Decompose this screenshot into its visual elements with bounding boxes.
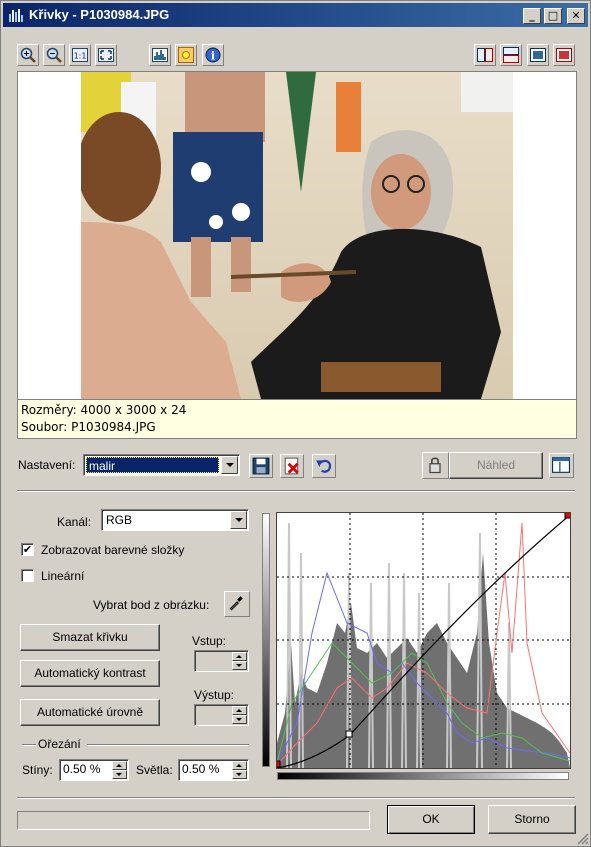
view-original-button[interactable]	[527, 44, 549, 66]
curve-editor[interactable]	[273, 511, 572, 769]
histogram-button[interactable]	[149, 44, 171, 66]
save-icon	[252, 457, 270, 475]
image-preview[interactable]: Rozměry: 4000 x 3000 x 24 Soubor: P10309…	[17, 71, 577, 439]
shadows-label: Stíny:	[22, 763, 53, 777]
linear-checkbox[interactable]	[21, 569, 34, 582]
split-vertical-button[interactable]	[474, 44, 496, 66]
delete-icon	[284, 457, 299, 475]
fit-window-button[interactable]	[95, 44, 117, 66]
cancel-button[interactable]: Storno	[488, 805, 576, 834]
image-file: Soubor: P1030984.JPG	[21, 420, 156, 434]
info-button[interactable]: i	[202, 44, 224, 66]
zoom-out-button[interactable]	[43, 44, 65, 66]
image-info-box: Rozměry: 4000 x 3000 x 24 Soubor: P10309…	[18, 399, 576, 438]
settings-label: Nastavení:	[18, 458, 76, 472]
resize-grip-icon[interactable]	[577, 833, 589, 845]
highlights-stepper[interactable]: 0.50 %	[178, 759, 249, 781]
window-title: Křivky - P1030984.JPG	[29, 7, 170, 22]
undo-icon	[316, 459, 332, 473]
zoom-out-icon	[46, 47, 62, 63]
output-stepper[interactable]	[194, 704, 249, 726]
undo-button[interactable]	[312, 454, 336, 478]
title-bar[interactable]: Křivky - P1030984.JPG _ □ ✕	[3, 3, 588, 27]
spin-up-icon[interactable]	[232, 706, 247, 715]
channel-select[interactable]: RGB	[101, 509, 249, 531]
spin-down-icon[interactable]	[232, 715, 247, 724]
output-label: Výstup:	[194, 688, 235, 702]
histogram-icon	[9, 9, 23, 22]
delete-settings-button[interactable]	[280, 454, 304, 478]
clear-curve-button[interactable]: Smazat křivku	[20, 624, 160, 651]
spin-up-icon[interactable]	[232, 652, 247, 661]
input-stepper[interactable]	[194, 650, 249, 672]
curves-window: Křivky - P1030984.JPG _ □ ✕ 1:1 i Rozměr…	[0, 0, 591, 847]
shadows-stepper[interactable]: 0.50 %	[59, 759, 129, 781]
fit-window-icon	[98, 48, 114, 62]
eyedropper-icon	[229, 596, 243, 611]
view-result-icon	[556, 48, 572, 62]
group-line-right	[87, 744, 249, 746]
view-original-icon	[530, 48, 546, 62]
minimize-button[interactable]: _	[523, 8, 541, 24]
chevron-down-icon[interactable]	[230, 511, 247, 529]
split-horizontal-button[interactable]	[500, 44, 522, 66]
photo-preview	[81, 72, 513, 399]
svg-text:1:1: 1:1	[74, 52, 87, 61]
show-color-components-label: Zobrazovat barevné složky	[41, 543, 185, 557]
lock-icon	[429, 457, 441, 474]
view-result-button[interactable]	[553, 44, 575, 66]
brightness-icon	[178, 47, 194, 63]
lock-button[interactable]	[422, 452, 449, 479]
layout-button[interactable]	[549, 453, 574, 478]
highlights-value: 0.50 %	[182, 762, 220, 776]
separator	[17, 490, 575, 492]
preview-button[interactable]: Náhled	[449, 452, 543, 479]
layout-icon	[552, 457, 570, 473]
highlights-label: Světla:	[136, 763, 173, 777]
actual-size-icon: 1:1	[72, 48, 88, 62]
split-vertical-icon	[477, 48, 493, 62]
auto-levels-button[interactable]: Automatické úrovně	[20, 699, 160, 726]
save-settings-button[interactable]	[249, 454, 273, 478]
svg-text:i: i	[211, 50, 215, 63]
show-color-components-checkbox[interactable]: ✔	[21, 543, 34, 556]
spin-down-icon[interactable]	[232, 661, 247, 670]
group-line-left	[22, 744, 36, 746]
linear-label: Lineární	[41, 569, 85, 583]
settings-value: malir	[86, 457, 219, 473]
progress-bar	[17, 811, 370, 830]
zoom-in-icon	[20, 47, 36, 63]
input-gradient-bar	[277, 772, 569, 780]
spin-down-icon[interactable]	[232, 770, 247, 779]
output-gradient-bar	[262, 513, 270, 767]
channel-label: Kanál:	[57, 515, 92, 529]
pick-point-label: Vybrat bod z obrázku:	[93, 598, 210, 612]
clipping-label: Ořezání	[38, 737, 81, 751]
brightness-button[interactable]	[175, 44, 197, 66]
auto-contrast-button[interactable]: Automatický kontrast	[20, 660, 160, 687]
split-horizontal-icon	[503, 47, 519, 63]
histogram-icon	[152, 48, 168, 62]
info-icon: i	[205, 47, 221, 63]
input-label: Vstup:	[192, 634, 227, 648]
maximize-button[interactable]: □	[544, 8, 562, 24]
separator	[17, 797, 575, 799]
zoom-in-button[interactable]	[17, 44, 39, 66]
image-dimensions: Rozměry: 4000 x 3000 x 24	[21, 403, 187, 417]
shadows-value: 0.50 %	[63, 762, 101, 776]
ok-button[interactable]: OK	[387, 805, 475, 834]
curve-graph	[273, 511, 572, 769]
spin-up-icon[interactable]	[232, 761, 247, 770]
settings-select[interactable]: malir	[83, 454, 240, 476]
spin-down-icon[interactable]	[112, 770, 127, 779]
close-button[interactable]: ✕	[567, 8, 585, 24]
spin-up-icon[interactable]	[112, 761, 127, 770]
channel-value: RGB	[106, 513, 133, 527]
actual-size-button[interactable]: 1:1	[69, 44, 91, 66]
chevron-down-icon[interactable]	[221, 456, 238, 474]
eyedropper-button[interactable]	[224, 591, 250, 617]
